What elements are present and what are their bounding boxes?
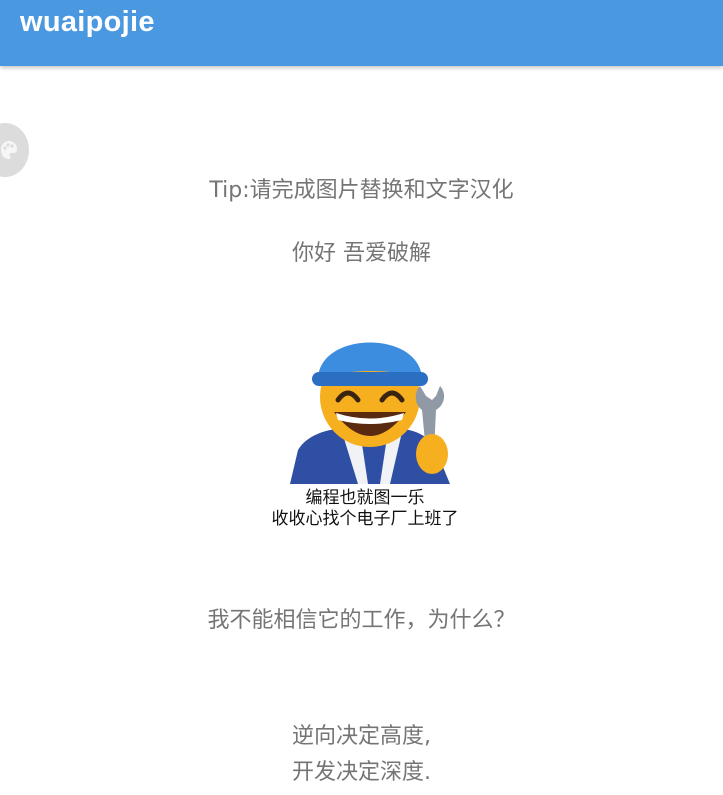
- meme-caption-line1: 编程也就图一乐: [305, 488, 425, 508]
- question-text: 我不能相信它的工作，为什么？: [207, 608, 516, 633]
- meme-image: 编程也就图一乐 收收心找个电子厂上班了: [250, 312, 480, 537]
- app-title: wuaipojie: [20, 6, 155, 38]
- greeting-text: 你好 吾爱破解: [292, 241, 431, 266]
- quote-line-2: 开发决定深度.: [292, 760, 431, 785]
- meme-caption-line2: 收收心找个电子厂上班了: [271, 509, 459, 529]
- quote-line-1: 逆向决定高度,: [292, 724, 431, 749]
- palette-icon: [1, 141, 17, 159]
- mechanic-emoji-icon: [290, 342, 450, 484]
- floating-action-button[interactable]: [0, 123, 29, 177]
- app-bar: wuaipojie: [0, 0, 723, 66]
- tip-text: Tip:请完成图片替换和文字汉化: [209, 178, 514, 203]
